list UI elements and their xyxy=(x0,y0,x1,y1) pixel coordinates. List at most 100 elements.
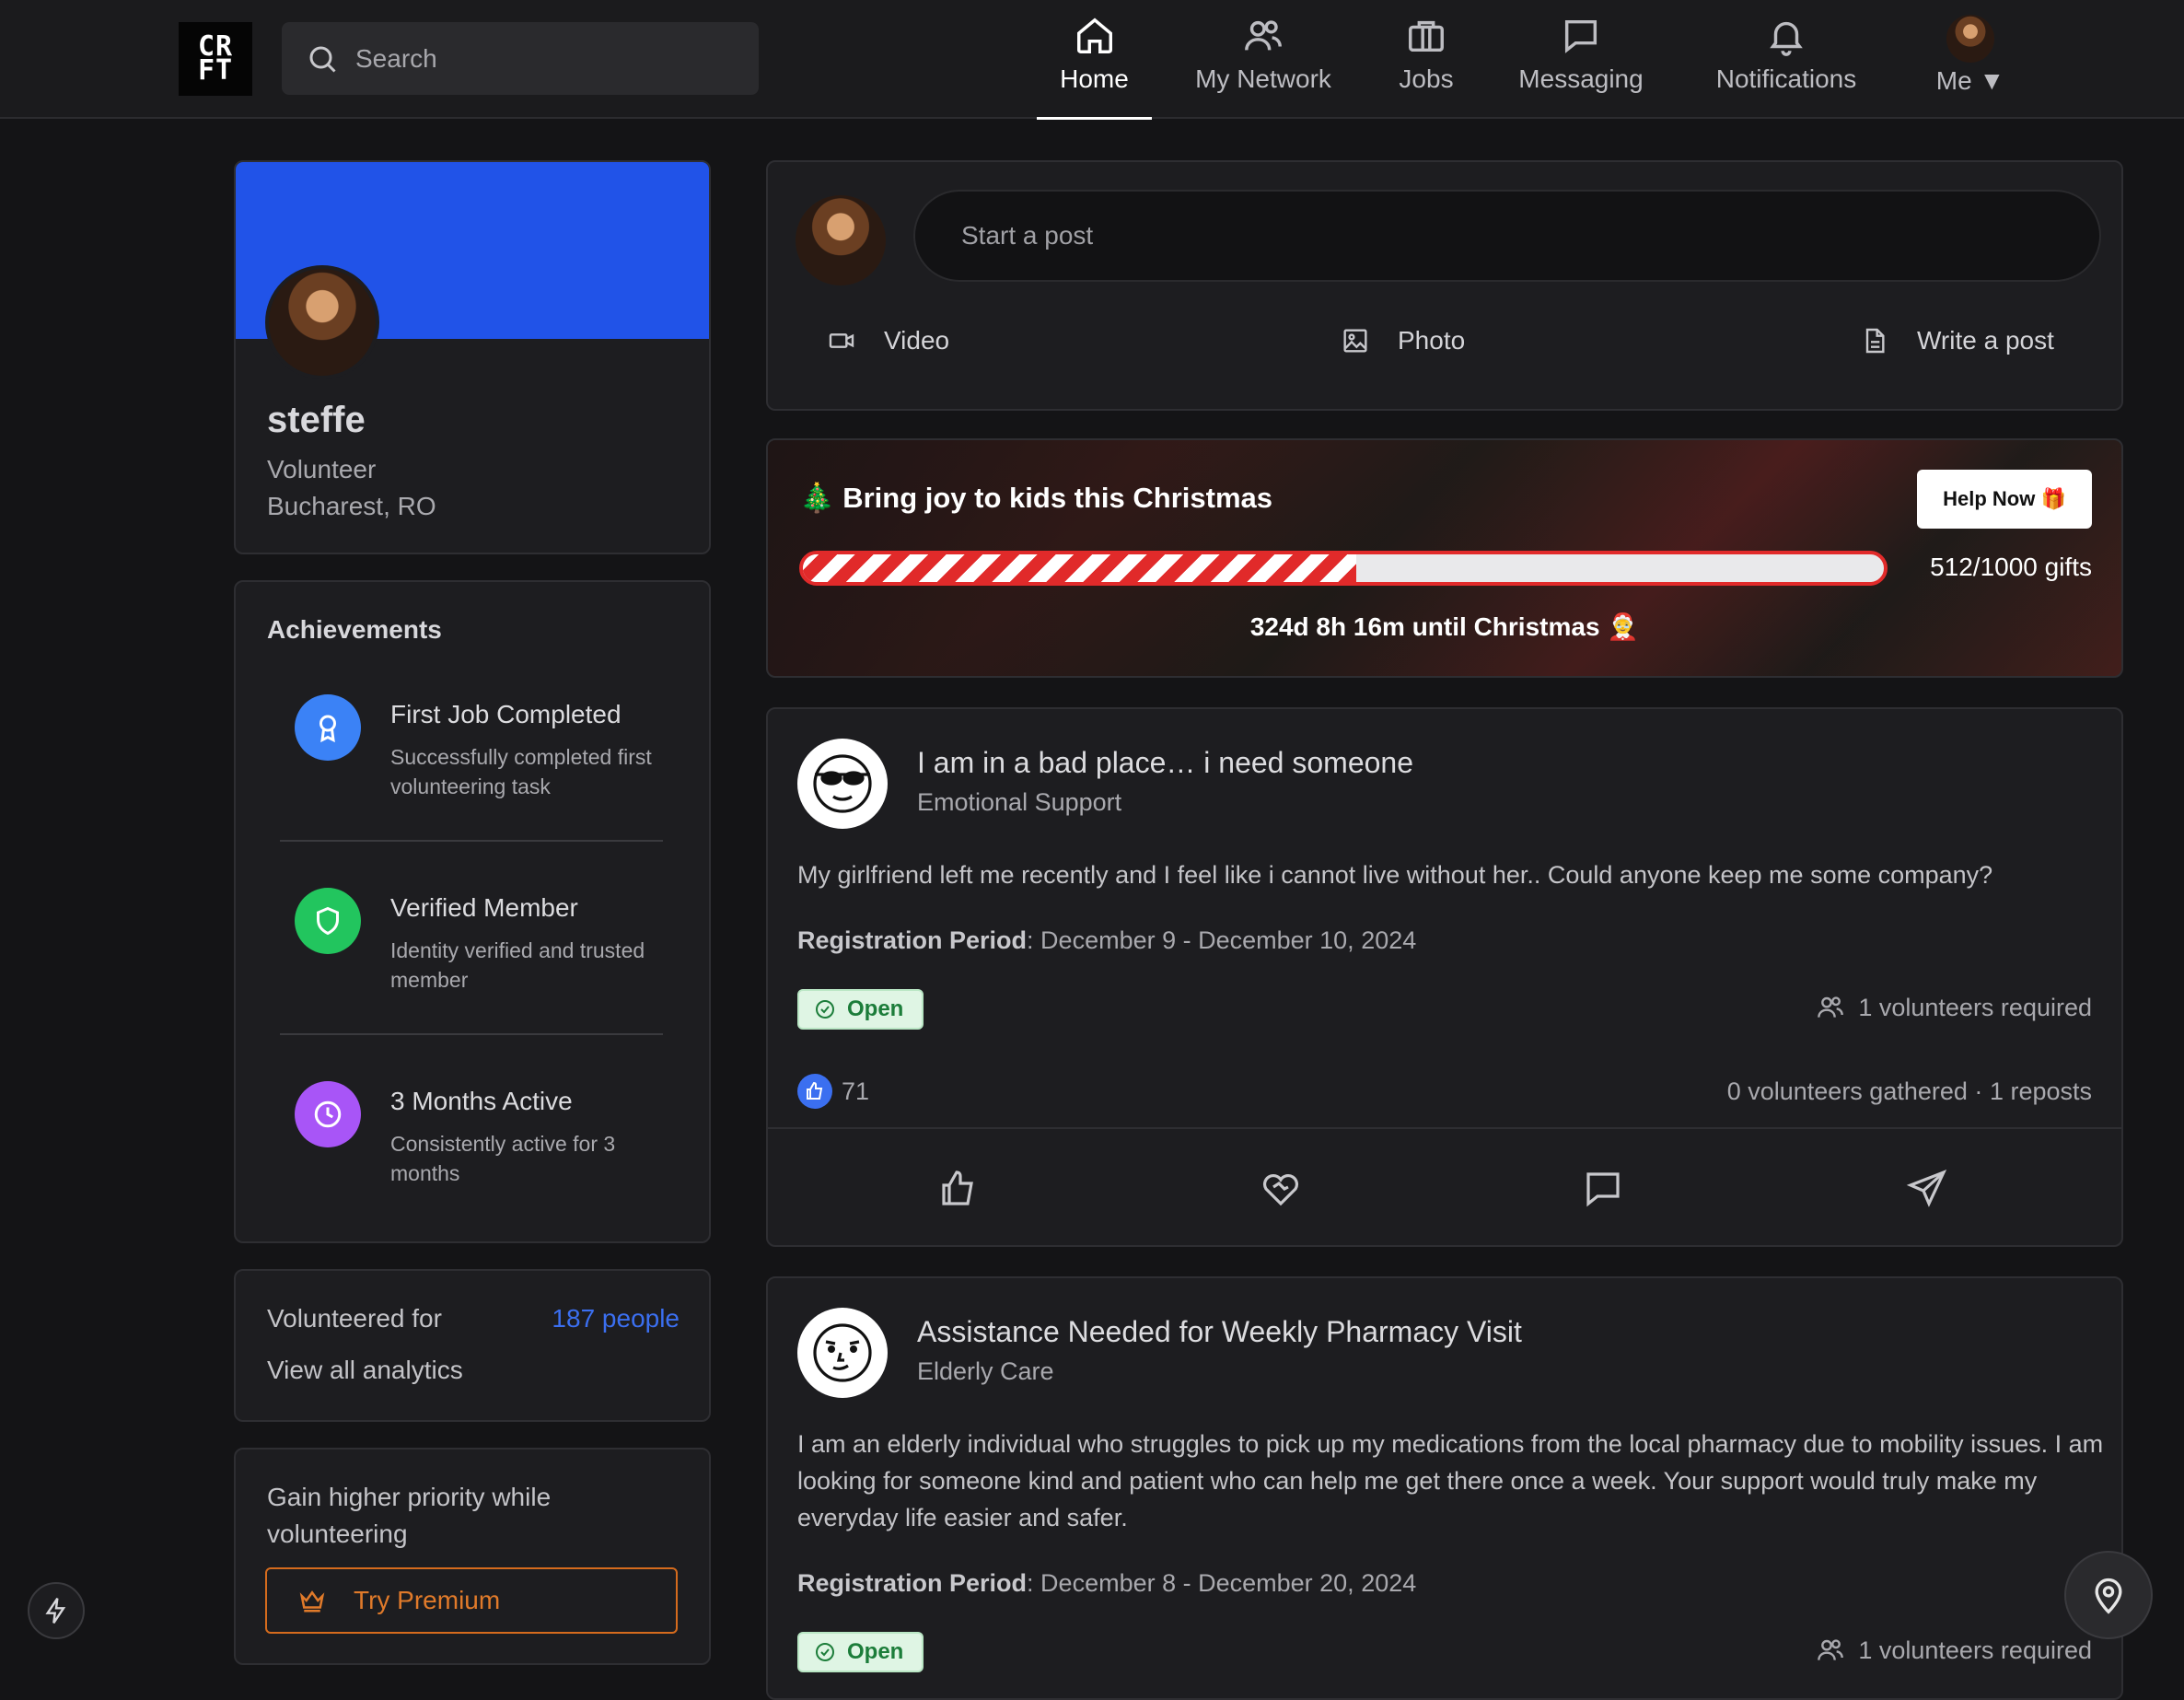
lightning-icon xyxy=(45,1598,66,1624)
nav-me[interactable]: Me ▼ xyxy=(1924,0,2016,119)
composer-avatar xyxy=(796,195,886,285)
search-icon xyxy=(309,46,336,73)
image-icon xyxy=(1343,329,1367,353)
search-box xyxy=(282,22,759,95)
post-title[interactable]: Assistance Needed for Weekly Pharmacy Vi… xyxy=(917,1315,1522,1349)
crown-icon xyxy=(299,1590,325,1613)
registration-dates: : December 8 - December 20, 2024 xyxy=(1027,1569,1417,1597)
post-composer: Start a post Video Photo Write a post xyxy=(766,160,2123,411)
volunteer-button[interactable] xyxy=(1258,1166,1304,1212)
search-input[interactable] xyxy=(355,43,724,74)
post-author-avatar[interactable] xyxy=(797,739,888,829)
volunteers-required-label: 1 volunteers required xyxy=(1858,1636,2092,1664)
achievement-title: 3 Months Active xyxy=(390,1087,573,1115)
like-button[interactable] xyxy=(935,1166,982,1212)
clock-icon xyxy=(295,1081,361,1147)
registration-label: Registration Period xyxy=(797,1569,1028,1597)
nav-home-label: Home xyxy=(1060,64,1129,93)
volunteers-required: 1 volunteers required xyxy=(1816,993,2092,1022)
nav-my-network[interactable]: My Network xyxy=(1180,0,1346,119)
achievement-desc: Successfully completed first volunteerin… xyxy=(390,745,652,798)
profile-location: Bucharest, RO xyxy=(267,492,436,520)
home-icon xyxy=(1076,17,1112,53)
video-button[interactable]: Video xyxy=(827,326,949,355)
likes-count[interactable]: 71 xyxy=(797,1074,869,1109)
nav-messaging[interactable]: Messaging xyxy=(1504,0,1657,119)
profile-role: Volunteer xyxy=(267,455,377,483)
post-card: Assistance Needed for Weekly Pharmacy Vi… xyxy=(766,1276,2123,1700)
try-premium-label: Try Premium xyxy=(354,1586,501,1614)
divider xyxy=(280,1033,663,1035)
status-badge: Open xyxy=(797,989,924,1030)
nav-my-network-label: My Network xyxy=(1195,64,1331,93)
app-logo[interactable]: CR FT xyxy=(179,22,252,96)
post-stats: 0 volunteers gathered · 1 reposts xyxy=(1727,1077,2092,1106)
achievement-desc: Consistently active for 3 months xyxy=(390,1132,616,1185)
gift-count: 512/1000 gifts xyxy=(1930,553,2092,581)
achievement-desc: Identity verified and trusted member xyxy=(390,938,645,992)
registration-dates: : December 9 - December 10, 2024 xyxy=(1027,926,1417,954)
post-body: I am an elderly individual who struggles… xyxy=(797,1430,2104,1531)
photo-button[interactable]: Photo xyxy=(1341,326,1465,355)
post-actions xyxy=(768,1127,2121,1247)
nav-home[interactable]: Home xyxy=(1037,0,1152,120)
nav-notifications[interactable]: Notifications xyxy=(1702,0,1871,119)
post-category: Emotional Support xyxy=(917,788,1122,816)
gift-progress-fill xyxy=(803,554,1357,582)
bell-icon xyxy=(1770,21,1803,56)
view-analytics-link[interactable]: View all analytics xyxy=(267,1356,463,1385)
document-icon xyxy=(1865,328,1885,354)
volunteers-gathered[interactable]: 0 volunteers gathered xyxy=(1727,1077,1968,1105)
volunteered-label: Volunteered for xyxy=(267,1304,442,1333)
achievement-title: Verified Member xyxy=(390,893,578,922)
nav-jobs-label: Jobs xyxy=(1399,64,1454,93)
achievements-card: Achievements First Job Completed Success… xyxy=(234,580,711,1243)
nav-jobs[interactable]: Jobs xyxy=(1388,0,1464,119)
heart-handshake-icon xyxy=(1262,1173,1299,1206)
profile-name[interactable]: steffe xyxy=(267,400,366,441)
post-author-avatar[interactable] xyxy=(797,1308,888,1398)
start-post-input[interactable]: Start a post xyxy=(913,190,2101,282)
help-now-button[interactable]: Help Now 🎁 xyxy=(1917,470,2092,529)
profile-avatar[interactable] xyxy=(265,265,379,379)
achievement-title: First Job Completed xyxy=(390,700,622,728)
comment-button[interactable] xyxy=(1580,1166,1626,1212)
registration-label: Registration Period xyxy=(797,926,1028,954)
people-icon xyxy=(1818,996,1844,1018)
top-navigation-bar: CR FT Home My Network Jobs Messaging Not… xyxy=(0,0,2184,120)
write-post-button[interactable]: Write a post xyxy=(1860,326,2054,355)
reposts-count[interactable]: 1 reposts xyxy=(1990,1077,2092,1105)
briefcase-icon xyxy=(1409,20,1444,52)
status-label: Open xyxy=(847,996,904,1021)
gift-progress-bar xyxy=(799,551,1888,586)
video-label: Video xyxy=(884,326,950,355)
check-circle-icon xyxy=(816,1000,834,1019)
start-post-placeholder: Start a post xyxy=(961,221,1094,250)
nav-avatar xyxy=(1946,15,1994,63)
volunteers-required: 1 volunteers required xyxy=(1816,1636,2092,1665)
post-category: Elderly Care xyxy=(917,1357,1054,1385)
video-icon xyxy=(829,333,854,348)
volunteered-count[interactable]: 187 people xyxy=(552,1304,680,1333)
profile-card: steffe Volunteer Bucharest, RO xyxy=(234,160,711,554)
try-premium-button[interactable]: Try Premium xyxy=(265,1567,678,1634)
achievements-heading: Achievements xyxy=(267,615,442,644)
award-icon xyxy=(295,694,361,761)
write-post-label: Write a post xyxy=(1917,326,2054,355)
post-title[interactable]: I am in a bad place… i need someone xyxy=(917,746,1413,780)
campaign-title: 🎄 Bring joy to kids this Christmas xyxy=(799,482,1273,514)
people-icon xyxy=(1818,1639,1844,1660)
christmas-countdown: 324d 8h 16m until Christmas 🤶 xyxy=(1249,612,1640,641)
location-button[interactable] xyxy=(2064,1551,2153,1639)
nav-me-label: Me ▼ xyxy=(1935,66,2005,95)
volunteers-required-label: 1 volunteers required xyxy=(1858,993,2092,1021)
separator-dot: · xyxy=(1974,1077,1983,1105)
registration-period: Registration Period: December 9 - Decemb… xyxy=(797,926,1416,955)
premium-text: Gain higher priority while volunteering xyxy=(267,1483,552,1548)
share-button[interactable] xyxy=(1904,1166,1950,1212)
analytics-card: Volunteered for 187 people View all anal… xyxy=(234,1269,711,1422)
likes-number: 71 xyxy=(842,1077,870,1105)
photo-label: Photo xyxy=(1398,326,1466,355)
quick-actions-button[interactable] xyxy=(28,1582,85,1639)
people-icon xyxy=(1245,20,1282,51)
